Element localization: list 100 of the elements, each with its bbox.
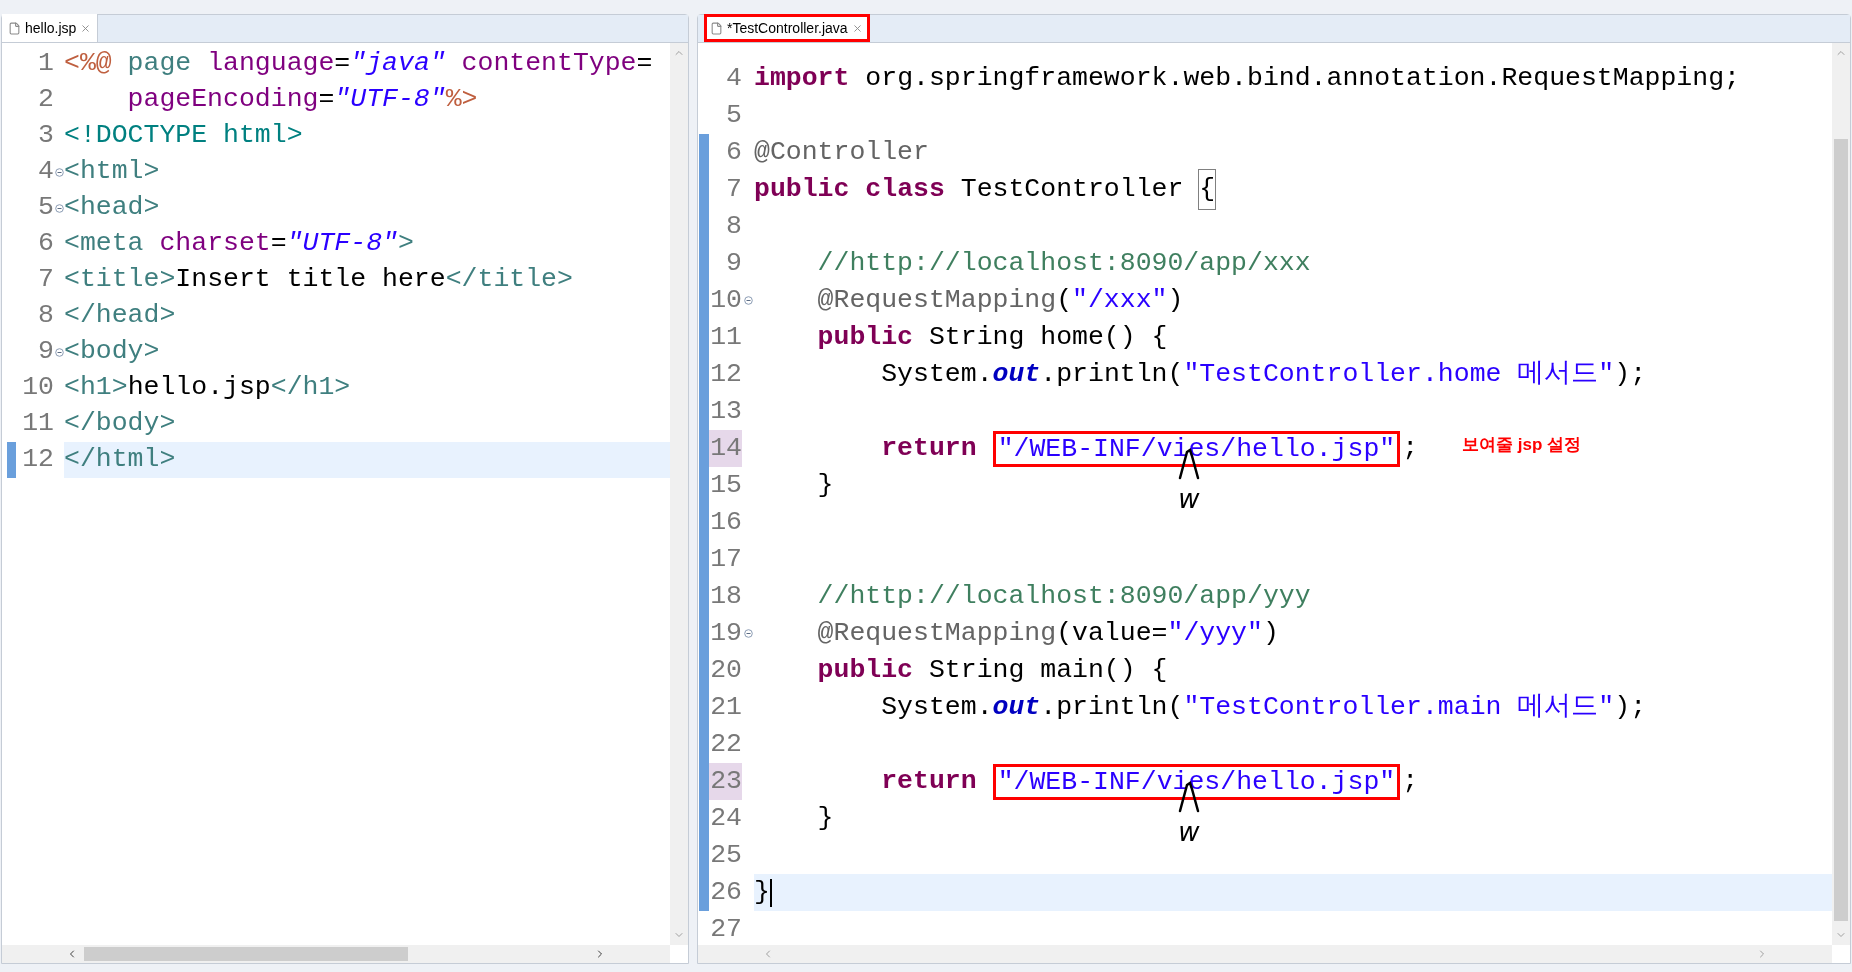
collapse-icon[interactable] xyxy=(54,167,64,177)
code-token: public xyxy=(816,653,914,687)
line-number: 2 xyxy=(37,83,54,117)
code-token: import xyxy=(754,61,850,95)
horizontal-scrollbar[interactable] xyxy=(2,945,670,963)
line-number: 9 xyxy=(37,335,54,369)
line-number: 6 xyxy=(725,135,742,169)
line-number: 11 xyxy=(709,320,742,354)
code-token: </body> xyxy=(64,407,176,441)
code-token: hello.jsp xyxy=(127,371,271,405)
code-token: <h1> xyxy=(64,371,128,405)
handwritten-mark: w xyxy=(1178,486,1200,512)
code-token: out xyxy=(992,690,1041,724)
code-token: org.springframework.web.bind.annotation.RequestMapping; xyxy=(864,61,1740,95)
file-icon xyxy=(710,21,723,35)
line-number: 8 xyxy=(37,299,54,333)
line-number: 27 xyxy=(709,912,742,945)
code-token: } xyxy=(754,875,770,909)
line-number: 14 xyxy=(709,430,742,467)
horizontal-scrollbar[interactable] xyxy=(698,945,1832,963)
scrollbar-thumb[interactable] xyxy=(1834,139,1848,921)
scrollbar-thumb[interactable] xyxy=(84,947,408,961)
code-token: { xyxy=(1199,169,1216,210)
line-number: 15 xyxy=(709,468,742,502)
code-token: ; xyxy=(1402,431,1419,465)
code-token: > xyxy=(398,227,414,261)
editor-tab[interactable]: *TestController.java xyxy=(704,14,870,42)
code-token: </h1> xyxy=(270,371,351,405)
code-token: "/yyy" xyxy=(1167,616,1263,650)
line-number: 11 xyxy=(21,407,54,441)
line-number: 10 xyxy=(21,371,54,405)
code-token: <title> xyxy=(64,263,176,297)
code-token: contentType xyxy=(460,47,637,81)
line-number: 12 xyxy=(21,443,54,477)
vertical-scrollbar[interactable] xyxy=(670,43,688,945)
code-token: </html> xyxy=(64,443,176,477)
line-number: 21 xyxy=(709,690,742,724)
text-cursor xyxy=(769,878,772,907)
code-token: pageEncoding xyxy=(126,83,319,117)
tab-title: hello.jsp xyxy=(25,18,77,38)
code-token: <head> xyxy=(64,191,160,225)
code-token: <!DOCTYPE html> xyxy=(64,119,303,153)
code-token: </head> xyxy=(64,299,176,333)
code-token: = xyxy=(334,47,351,81)
line-number: 7 xyxy=(725,172,742,206)
line-number: 17 xyxy=(709,542,742,576)
collapse-icon[interactable] xyxy=(54,203,64,213)
code-token: .println( xyxy=(1040,357,1184,391)
code-token: (value= xyxy=(1056,616,1168,650)
line-number: 25 xyxy=(709,838,742,872)
code-token: return xyxy=(880,764,977,798)
code-token: ( xyxy=(1056,283,1073,317)
file-icon xyxy=(8,21,21,35)
collapse-icon[interactable] xyxy=(54,347,64,357)
code-token: } xyxy=(816,468,834,502)
code-token: <html> xyxy=(64,155,160,189)
code-token: return xyxy=(880,431,977,465)
code-token: public xyxy=(816,320,914,354)
handwritten-mark: w xyxy=(1178,819,1200,845)
editor-tab[interactable]: hello.jsp xyxy=(2,14,99,42)
code-token: </title> xyxy=(445,263,573,297)
line-number: 5 xyxy=(725,98,742,132)
code-token: String main() { xyxy=(927,653,1168,687)
code-token: System. xyxy=(880,690,993,724)
line-number: 24 xyxy=(709,801,742,835)
code-token: out xyxy=(992,357,1041,391)
code-token: .println( xyxy=(1040,690,1184,724)
line-number: 1 xyxy=(37,47,54,81)
code-token: %> xyxy=(445,83,478,117)
line-number: 12 xyxy=(709,357,742,391)
close-icon[interactable] xyxy=(80,22,92,34)
line-number: 7 xyxy=(37,263,54,297)
line-number: 6 xyxy=(37,227,54,261)
code-token: charset xyxy=(158,227,271,261)
code-token: "/WEB-INF/vies/hello.jsp" xyxy=(992,430,1401,467)
code-token: String home() { xyxy=(927,320,1168,354)
line-number: 19 xyxy=(709,616,742,650)
line-number: 5 xyxy=(37,191,54,225)
close-icon[interactable] xyxy=(851,22,863,34)
code-token: = xyxy=(318,83,335,117)
code-token: "UTF-8" xyxy=(286,227,398,261)
line-number: 3 xyxy=(37,119,54,153)
line-number: 26 xyxy=(709,875,742,909)
collapse-icon[interactable] xyxy=(743,296,753,305)
code-token: Insert title here xyxy=(175,263,446,297)
code-token: <body> xyxy=(64,335,160,369)
code-token: "UTF-8" xyxy=(334,83,446,117)
code-token: page xyxy=(126,47,192,81)
code-token: = xyxy=(636,47,653,81)
line-number: 22 xyxy=(709,727,742,761)
vertical-scrollbar[interactable] xyxy=(1832,43,1850,945)
code-token: "java" xyxy=(350,47,446,81)
line-number: 10 xyxy=(709,283,742,317)
tab-title: *TestController.java xyxy=(727,18,848,38)
code-token: "/xxx" xyxy=(1072,283,1168,317)
line-number: 8 xyxy=(725,209,742,243)
code-token: public xyxy=(754,172,850,206)
code-token: //http://localhost:8090/app/xxx xyxy=(816,246,1311,280)
line-number: 4 xyxy=(37,155,54,189)
collapse-icon[interactable] xyxy=(743,629,753,638)
